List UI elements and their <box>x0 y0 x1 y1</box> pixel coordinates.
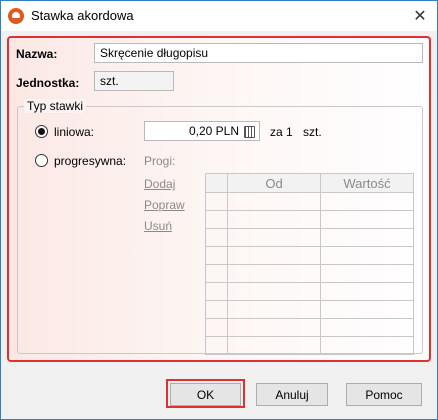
table-row[interactable] <box>205 318 414 337</box>
thresholds-table: Od Wartość <box>205 173 414 355</box>
main-panel: Nazwa: Skręcenie długopisu Jednostka: sz… <box>7 36 431 362</box>
delete-link[interactable]: Usuń <box>144 219 172 233</box>
app-icon <box>8 8 24 24</box>
cancel-button[interactable]: Anuluj <box>256 383 328 406</box>
table-row[interactable] <box>205 264 414 283</box>
dialog-window: Stawka akordowa ✕ Nazwa: Skręcenie długo… <box>0 0 438 420</box>
linear-rate-value: 0,20 PLN <box>188 124 239 138</box>
table-row[interactable] <box>205 246 414 265</box>
calculator-icon[interactable] <box>244 126 255 138</box>
table-row[interactable] <box>205 282 414 301</box>
add-link[interactable]: Dodaj <box>144 177 175 191</box>
per-text: za 1 <box>270 125 293 139</box>
name-input[interactable]: Skręcenie długopisu <box>94 43 423 63</box>
window-title: Stawka akordowa <box>31 8 134 23</box>
column-header-value: Wartość <box>320 173 414 193</box>
column-header-selector <box>205 173 228 193</box>
column-header-from: Od <box>227 173 321 193</box>
per-unit-text: szt. <box>303 125 322 139</box>
ok-button[interactable]: OK <box>170 383 241 406</box>
linear-rate-input[interactable]: 0,20 PLN <box>144 121 260 141</box>
thresholds-label: Progi: <box>144 154 176 168</box>
title-bar: Stawka akordowa ✕ <box>1 1 437 31</box>
table-header-row: Od Wartość <box>205 173 414 193</box>
table-row[interactable] <box>205 300 414 319</box>
unit-input[interactable]: szt. <box>94 71 174 91</box>
linear-radio[interactable] <box>35 125 48 138</box>
edit-link[interactable]: Popraw <box>144 198 185 212</box>
name-label: Nazwa: <box>16 47 58 61</box>
linear-label[interactable]: liniowa: <box>54 125 94 139</box>
help-button[interactable]: Pomoc <box>346 383 422 406</box>
table-row[interactable] <box>205 228 414 247</box>
unit-label: Jednostka: <box>16 76 80 90</box>
table-row[interactable] <box>205 192 414 211</box>
table-row[interactable] <box>205 210 414 229</box>
rate-type-group-label: Typ stawki <box>24 99 87 113</box>
progressive-label[interactable]: progresywna: <box>54 154 126 168</box>
table-row[interactable] <box>205 336 414 355</box>
progressive-radio[interactable] <box>35 154 48 167</box>
close-button[interactable]: ✕ <box>409 5 431 27</box>
